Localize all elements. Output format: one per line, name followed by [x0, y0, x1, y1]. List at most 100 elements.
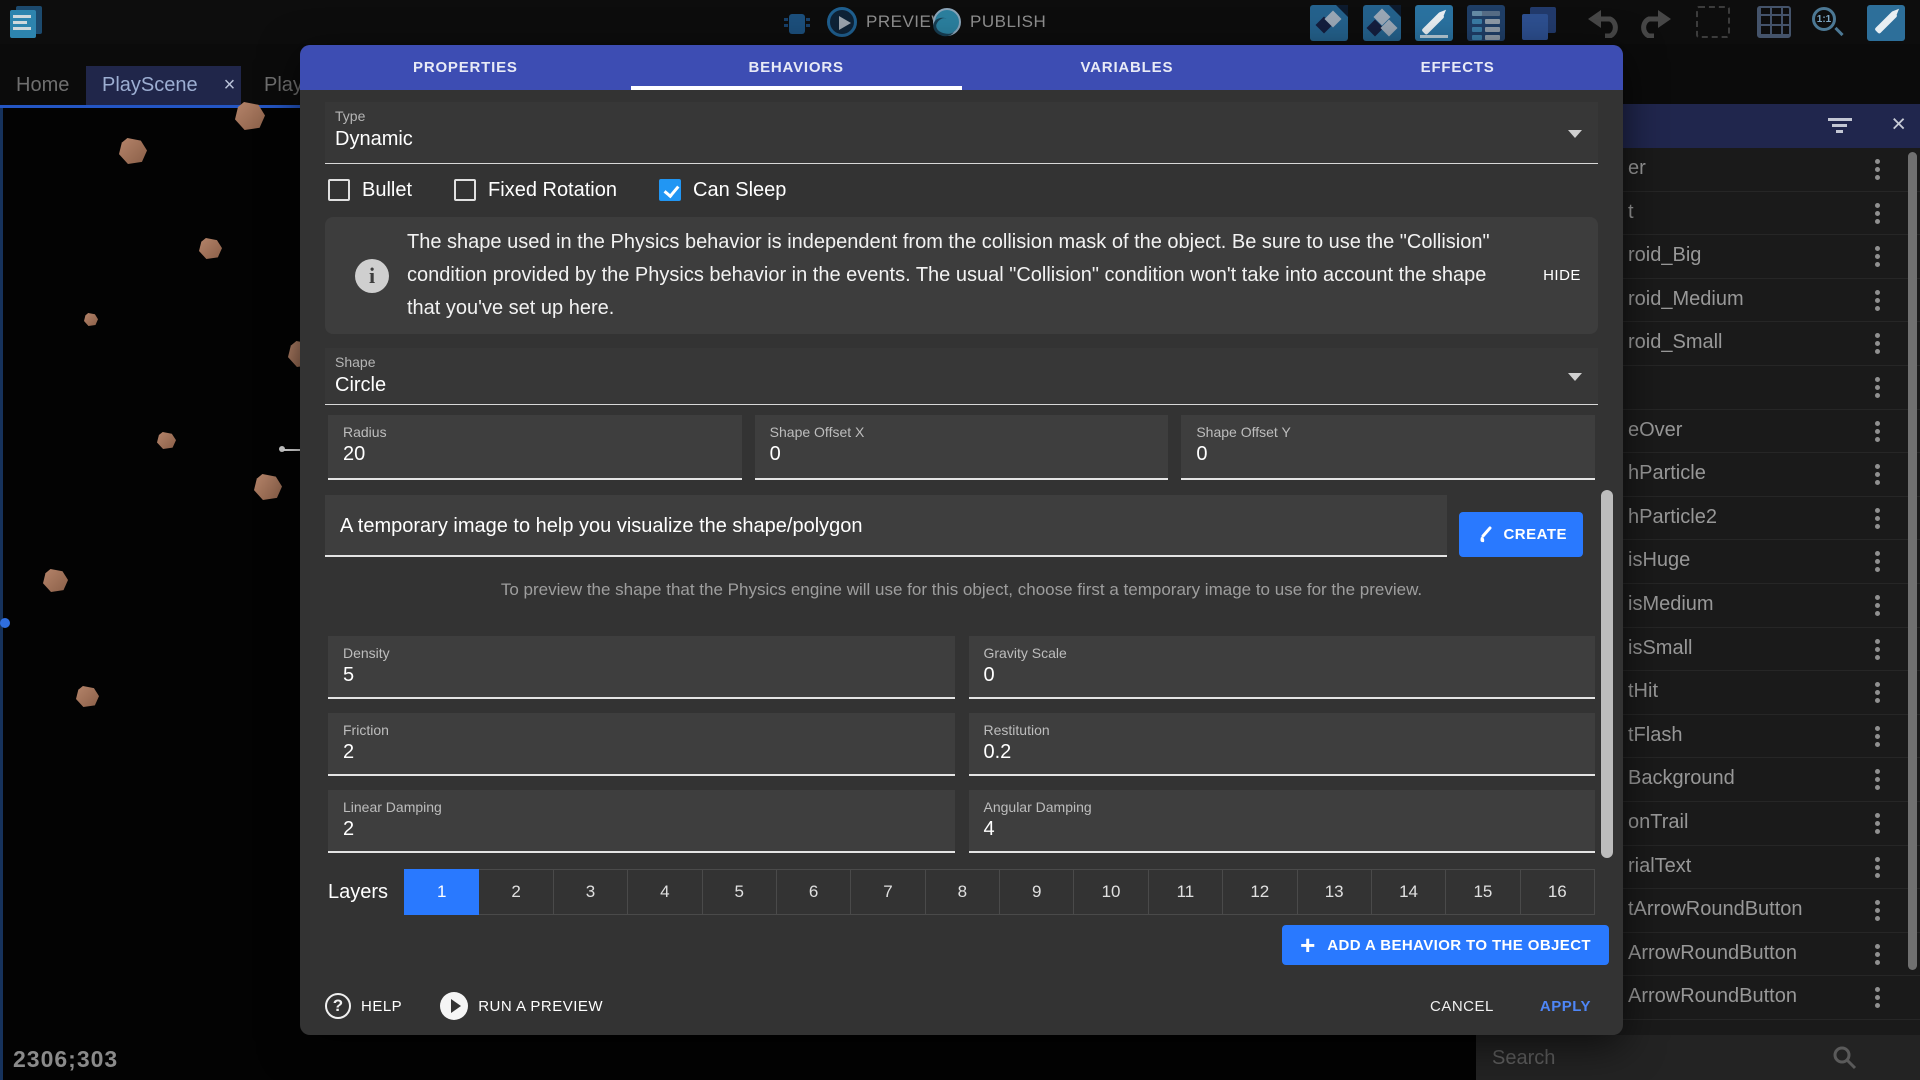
- asteroid-sprite[interactable]: [199, 238, 222, 259]
- number-field[interactable]: Friction 2: [328, 713, 955, 776]
- item-menu-dots-icon[interactable]: [1875, 682, 1880, 687]
- dialog-tab[interactable]: PROPERTIES: [300, 45, 631, 90]
- hide-button[interactable]: HIDE: [1526, 267, 1598, 284]
- asteroid-sprite[interactable]: [157, 432, 176, 449]
- create-button[interactable]: CREATE: [1459, 512, 1583, 557]
- item-menu-dots-icon[interactable]: [1875, 508, 1880, 513]
- item-menu-dots-icon[interactable]: [1875, 857, 1880, 862]
- number-field[interactable]: Shape Offset X 0: [755, 415, 1169, 480]
- apply-button[interactable]: APPLY: [1540, 998, 1591, 1015]
- layer-button[interactable]: 12: [1222, 869, 1297, 915]
- item-menu-dots-icon[interactable]: [1875, 159, 1880, 164]
- number-field[interactable]: Angular Damping 4: [969, 790, 1596, 853]
- dialog-tab[interactable]: EFFECTS: [1292, 45, 1623, 90]
- run-preview-button[interactable]: RUN A PREVIEW: [478, 998, 603, 1015]
- layer-button[interactable]: 7: [850, 869, 925, 915]
- item-menu-dots-icon[interactable]: [1875, 377, 1880, 382]
- asteroid-sprite[interactable]: [84, 313, 98, 326]
- layer-button[interactable]: 6: [776, 869, 851, 915]
- item-menu-dots-icon[interactable]: [1875, 203, 1880, 208]
- tab-home[interactable]: Home: [0, 66, 85, 105]
- physics-checkbox[interactable]: Bullet: [328, 179, 412, 202]
- checkbox-box[interactable]: [328, 179, 350, 201]
- scene-edit-icon[interactable]: [1867, 5, 1905, 41]
- item-menu-dots-icon[interactable]: [1875, 333, 1880, 338]
- layer-button[interactable]: 15: [1445, 869, 1520, 915]
- undo-icon[interactable]: [1586, 6, 1624, 38]
- publish-button[interactable]: PUBLISH: [970, 12, 1046, 32]
- project-manager-icon[interactable]: [8, 6, 46, 40]
- panel-close-icon[interactable]: ×: [1891, 110, 1906, 139]
- dialog-scrollbar[interactable]: [1601, 490, 1613, 858]
- layer-button[interactable]: 8: [925, 869, 1000, 915]
- layer-button[interactable]: 1: [404, 869, 479, 915]
- objects-cubes-icon[interactable]: [1363, 5, 1401, 41]
- asteroid-sprite[interactable]: [119, 138, 147, 164]
- item-menu-dots-icon[interactable]: [1875, 595, 1880, 600]
- help-icon[interactable]: ?: [325, 993, 351, 1019]
- temp-image-row: A temporary image to help you visualize …: [325, 495, 1598, 557]
- item-menu-dots-icon[interactable]: [1875, 944, 1880, 949]
- grid-icon[interactable]: [1757, 6, 1791, 38]
- zoom-one-to-one-icon[interactable]: 1:1: [1810, 6, 1844, 40]
- item-menu-dots-icon[interactable]: [1875, 900, 1880, 905]
- redo-icon[interactable]: [1635, 6, 1673, 38]
- add-behavior-button[interactable]: + ADD A BEHAVIOR TO THE OBJECT: [1282, 925, 1609, 965]
- layer-button[interactable]: 4: [627, 869, 702, 915]
- dialog-tab[interactable]: VARIABLES: [962, 45, 1293, 90]
- number-field[interactable]: Restitution 0.2: [969, 713, 1596, 776]
- layer-button[interactable]: 9: [999, 869, 1074, 915]
- close-tab-icon[interactable]: ×: [224, 74, 236, 97]
- layer-button[interactable]: 11: [1148, 869, 1223, 915]
- item-menu-dots-icon[interactable]: [1875, 246, 1880, 251]
- item-menu-dots-icon[interactable]: [1875, 421, 1880, 426]
- asteroid-sprite[interactable]: [76, 686, 99, 707]
- physics-checkbox[interactable]: Can Sleep: [659, 179, 786, 202]
- item-menu-dots-icon[interactable]: [1875, 551, 1880, 556]
- item-menu-dots-icon[interactable]: [1875, 813, 1880, 818]
- help-button[interactable]: HELP: [361, 998, 402, 1015]
- asteroid-sprite[interactable]: [254, 474, 282, 500]
- publish-globe-icon[interactable]: [933, 8, 961, 36]
- number-field[interactable]: Linear Damping 2: [328, 790, 955, 853]
- layer-button[interactable]: 2: [478, 869, 553, 915]
- checkbox-box[interactable]: [659, 179, 681, 201]
- shape-select[interactable]: Shape Circle: [325, 348, 1598, 405]
- events-list-icon[interactable]: [1467, 5, 1505, 41]
- checkbox-box[interactable]: [454, 179, 476, 201]
- item-menu-dots-icon[interactable]: [1875, 290, 1880, 295]
- item-menu-dots-icon[interactable]: [1875, 464, 1880, 469]
- number-field[interactable]: Shape Offset Y 0: [1181, 415, 1595, 480]
- filter-icon[interactable]: [1828, 118, 1854, 134]
- instance-cube-icon[interactable]: [1310, 5, 1348, 41]
- layer-button[interactable]: 14: [1371, 869, 1446, 915]
- tab-playscene[interactable]: PlayScene ×: [86, 66, 241, 105]
- capture-selection-icon[interactable]: [1696, 6, 1730, 38]
- cancel-button[interactable]: CANCEL: [1430, 998, 1494, 1015]
- layer-button[interactable]: 10: [1073, 869, 1148, 915]
- object-name: t: [1628, 201, 1634, 224]
- number-field[interactable]: Density 5: [328, 636, 955, 699]
- layer-button[interactable]: 13: [1297, 869, 1372, 915]
- item-menu-dots-icon[interactable]: [1875, 726, 1880, 731]
- temp-image-input[interactable]: A temporary image to help you visualize …: [325, 495, 1447, 557]
- physics-checkbox[interactable]: Fixed Rotation: [454, 179, 617, 202]
- debug-icon[interactable]: [782, 10, 812, 36]
- type-select[interactable]: Type Dynamic: [325, 102, 1598, 164]
- item-menu-dots-icon[interactable]: [1875, 769, 1880, 774]
- edit-pencil-icon[interactable]: [1415, 5, 1453, 41]
- number-field[interactable]: Gravity Scale 0: [969, 636, 1596, 699]
- run-preview-icon[interactable]: [440, 992, 468, 1020]
- preview-play-icon[interactable]: [827, 7, 857, 37]
- search-input[interactable]: [1492, 1043, 1822, 1073]
- item-menu-dots-icon[interactable]: [1875, 639, 1880, 644]
- asteroid-sprite[interactable]: [43, 569, 68, 592]
- dialog-tab[interactable]: BEHAVIORS: [631, 45, 962, 90]
- panel-scrollbar[interactable]: [1908, 152, 1917, 970]
- layer-button[interactable]: 5: [702, 869, 777, 915]
- layer-button[interactable]: 16: [1520, 869, 1595, 915]
- number-field[interactable]: Radius 20: [328, 415, 742, 480]
- layer-button[interactable]: 3: [553, 869, 628, 915]
- item-menu-dots-icon[interactable]: [1875, 987, 1880, 992]
- layers-icon[interactable]: [1520, 5, 1558, 41]
